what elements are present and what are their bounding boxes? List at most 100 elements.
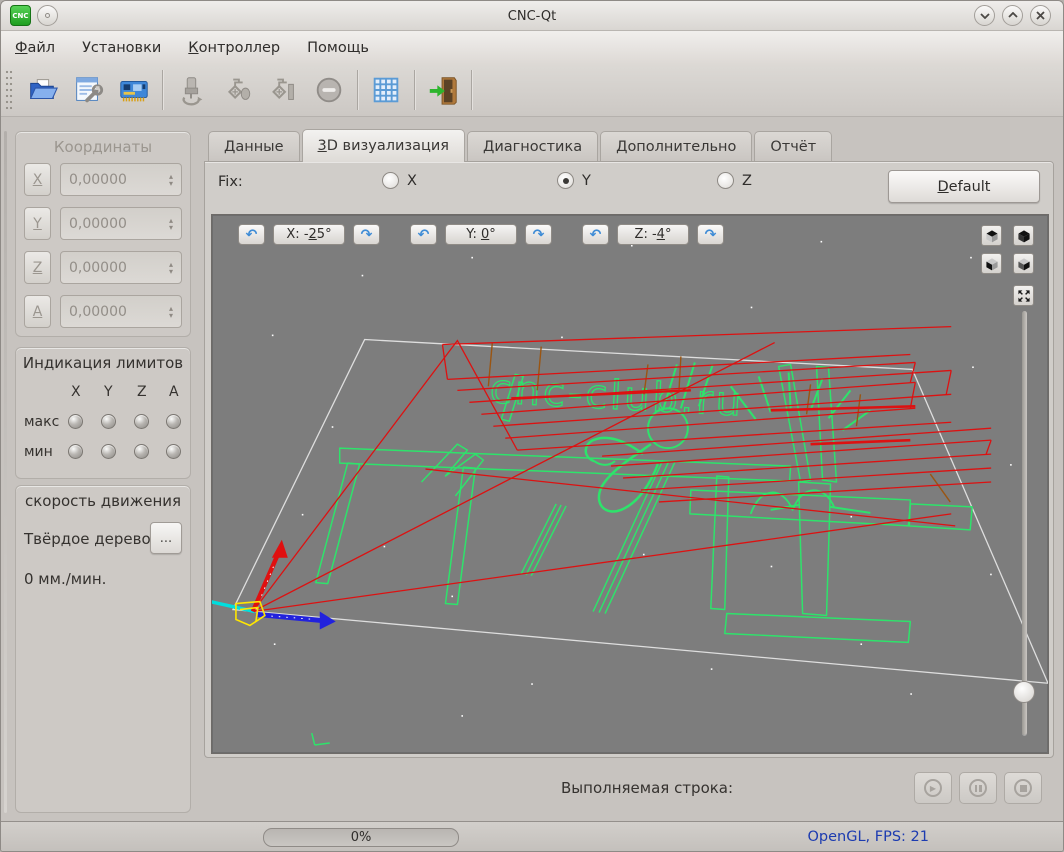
spin-arrows-icon[interactable]: ▴ ▾ — [161, 216, 181, 231]
limit-led-min-y — [101, 444, 116, 459]
spin-arrows-icon[interactable]: ▴ ▾ — [161, 172, 181, 187]
cube-front-icon — [1017, 257, 1030, 270]
spin-arrows-icon[interactable]: ▴ ▾ — [161, 260, 181, 275]
axis-a-button[interactable]: A — [24, 295, 51, 328]
spindle-button[interactable] — [168, 67, 214, 113]
toolbar-grip[interactable] — [5, 69, 13, 111]
limits-groupbox: Индикация лимитов X Y Z A макс мин — [15, 347, 191, 479]
x-coordinate-spinbox[interactable]: 0,00000 ▴ ▾ — [60, 163, 182, 196]
rotation-controls: ↶ X: -25° ↷ ↶ Y: 0° ↷ ↶ Z: -4° ↷ — [238, 224, 724, 245]
fix-z-radio[interactable]: Z — [717, 172, 752, 189]
rotate-y-cw-button[interactable]: ↷ — [525, 224, 552, 245]
fit-to-view-button[interactable] — [1013, 285, 1034, 306]
rotate-z-ccw-button[interactable]: ↶ — [582, 224, 609, 245]
menu-settings[interactable]: Установки — [82, 40, 161, 56]
cube-left-icon — [985, 257, 998, 270]
rotate-ccw-icon: ↶ — [589, 227, 602, 243]
left-face-view-button[interactable] — [981, 253, 1002, 274]
front-face-view-button[interactable] — [1013, 253, 1034, 274]
exit-button[interactable] — [420, 67, 466, 113]
executing-line-label: Выполняемая строка: — [561, 779, 734, 797]
axis-x-button[interactable]: X — [24, 163, 51, 196]
menu-file[interactable]: Файл — [15, 40, 55, 56]
program-settings-button[interactable] — [65, 67, 111, 113]
spin-arrows-icon[interactable]: ▴ ▾ — [161, 304, 181, 319]
emergency-stop-button[interactable] — [306, 67, 352, 113]
z-coordinate-spinbox[interactable]: 0,00000 ▴ ▾ — [60, 251, 182, 284]
rotate-cw-icon: ↷ — [704, 227, 717, 243]
slider-track[interactable] — [1022, 311, 1027, 735]
coordinate-row-z: Z 0,00000 ▴ ▾ — [24, 251, 182, 284]
rotate-x-ccw-button[interactable]: ↶ — [238, 224, 265, 245]
fix-x-radio[interactable]: X — [382, 172, 417, 189]
grid-snap-button[interactable] — [363, 67, 409, 113]
toolbar-separator — [162, 70, 163, 110]
run-button[interactable]: ▶ — [914, 772, 952, 804]
feed-rate-label: 0 мм./мин. — [24, 570, 107, 588]
close-icon — [1036, 11, 1045, 20]
rotate-z-cw-button[interactable]: ↷ — [697, 224, 724, 245]
fix-y-radio[interactable]: Y — [557, 172, 591, 189]
toolbar-separator — [471, 70, 472, 110]
open-file-button[interactable] — [19, 67, 65, 113]
tab-3d-visualization[interactable]: 3D визуализация — [301, 129, 466, 162]
menu-help[interactable]: Помощь — [307, 40, 369, 56]
rotation-y-button[interactable]: Y: 0° — [445, 224, 517, 245]
limits-col-x: X — [71, 384, 81, 400]
radio-icon — [382, 172, 399, 189]
stop-circle-icon — [316, 77, 342, 103]
rotation-z-button[interactable]: Z: -4° — [617, 224, 689, 245]
cube-dark-icon — [1017, 229, 1030, 242]
toolbar — [1, 64, 1063, 117]
axis-z-button[interactable]: Z — [24, 251, 51, 284]
tab-additional[interactable]: Дополнительно — [600, 131, 753, 162]
chevron-up-icon — [1007, 12, 1018, 18]
controller-info-button[interactable] — [111, 67, 157, 113]
zoom-slider[interactable] — [1013, 311, 1035, 735]
tab-diagnostics[interactable]: Диагностика — [467, 131, 599, 162]
play-icon: ▶ — [924, 779, 942, 797]
y-coordinate-spinbox[interactable]: 0,00000 ▴ ▾ — [60, 207, 182, 240]
rotate-y-ccw-button[interactable]: ↶ — [410, 224, 437, 245]
pause-icon — [969, 779, 987, 797]
tab-report[interactable]: Отчёт — [754, 131, 833, 162]
stop-button[interactable] — [1004, 772, 1042, 804]
z-value: 0,00000 — [69, 259, 127, 276]
app-window: CNC CNC-Qt Файл Установки Контроллер Пом… — [0, 0, 1064, 852]
tab-data[interactable]: Данные — [208, 131, 300, 162]
coolant-mist-button[interactable] — [214, 67, 260, 113]
coolant-mist-icon — [227, 78, 251, 100]
slider-handle[interactable] — [1013, 681, 1035, 703]
cube-top-icon — [985, 229, 998, 242]
pause-button[interactable] — [959, 772, 997, 804]
minimize-button[interactable] — [974, 5, 995, 26]
rotate-cw-icon: ↷ — [532, 227, 545, 243]
rotate-cw-icon: ↷ — [360, 227, 373, 243]
limit-led-min-x — [68, 444, 83, 459]
titlebar[interactable]: CNC CNC-Qt — [1, 1, 1063, 31]
menu-controller[interactable]: Контроллер — [188, 40, 280, 56]
maximize-button[interactable] — [1002, 5, 1023, 26]
limit-led-max-x — [68, 414, 83, 429]
tabbar: Данные 3D визуализация Диагностика Допол… — [208, 129, 834, 162]
axis-y-button[interactable]: Y — [24, 207, 51, 240]
3d-scene[interactable]: cnc-club.ru — [212, 215, 1048, 753]
fix-label: Fix: — [218, 174, 243, 190]
rotation-x-button[interactable]: X: -25° — [273, 224, 345, 245]
3d-viewport[interactable]: cnc-club.ru ↶ X: -25° ↷ ↶ Y: 0° ↷ ↶ Z: -… — [211, 214, 1049, 754]
a-coordinate-spinbox[interactable]: 0,00000 ▴ ▾ — [60, 295, 182, 328]
limit-led-max-z — [134, 414, 149, 429]
coolant-flood-button[interactable] — [260, 67, 306, 113]
dock-grip[interactable] — [4, 131, 7, 813]
bottom-strip: Выполняемая строка: ▶ — [1, 758, 1063, 821]
iso-top-view-button[interactable] — [981, 225, 1002, 246]
rotate-ccw-icon: ↶ — [417, 227, 430, 243]
iso-dark-view-button[interactable] — [1013, 225, 1034, 246]
radio-selected-icon — [557, 172, 574, 189]
default-button[interactable]: Default — [888, 170, 1040, 203]
rotate-x-cw-button[interactable]: ↷ — [353, 224, 380, 245]
close-button[interactable] — [1030, 5, 1051, 26]
coordinates-groupbox: Координаты X 0,00000 ▴ ▾ Y 0,00000 ▴ ▾ Z 0… — [15, 131, 191, 337]
material-browse-button[interactable]: ... — [150, 522, 182, 554]
x-value: 0,00000 — [69, 171, 127, 188]
